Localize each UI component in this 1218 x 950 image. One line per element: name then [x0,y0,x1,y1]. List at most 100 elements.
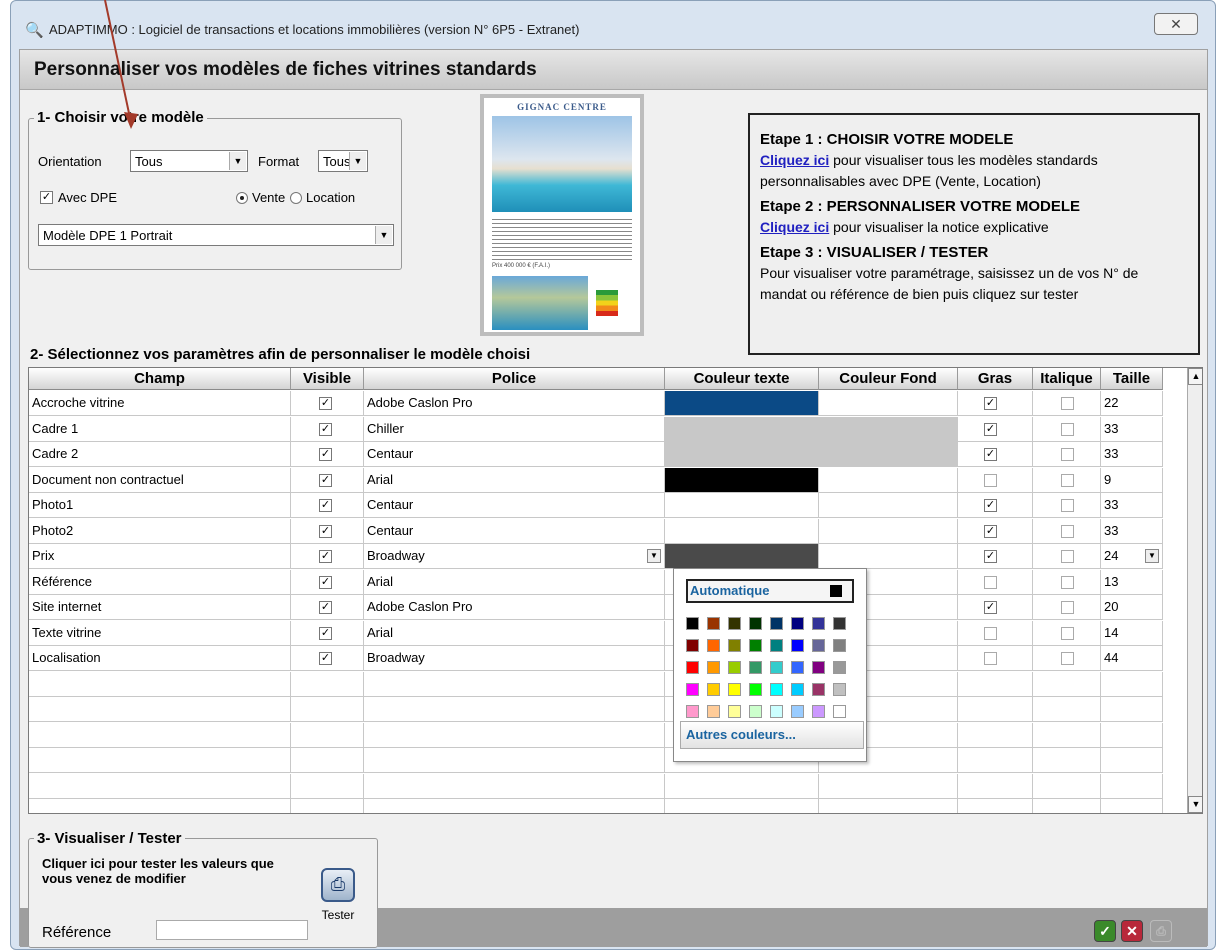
model-select[interactable]: Modèle DPE 1 Portrait ▼ [38,224,394,246]
empty-cell[interactable] [958,748,1033,773]
cell-gras[interactable] [958,467,1033,493]
gras-checkbox[interactable]: ✓ [984,499,997,512]
italique-checkbox[interactable] [1061,601,1074,614]
cell-gras[interactable]: ✓ [958,518,1033,544]
background-color-cell[interactable] [819,518,958,544]
column-header-taille[interactable]: Taille [1101,368,1163,390]
visible-checkbox[interactable]: ✓ [319,652,332,665]
color-swatch[interactable] [770,683,783,696]
vertical-scrollbar[interactable]: ▲ ▼ [1187,368,1202,813]
visible-checkbox[interactable]: ✓ [319,397,332,410]
format-select[interactable]: Tous ▼ [318,150,368,172]
background-color-cell[interactable] [819,544,958,569]
color-swatch[interactable] [686,617,699,630]
empty-cell[interactable] [1033,722,1101,748]
color-swatch[interactable] [833,661,846,674]
vente-radio[interactable] [236,192,248,204]
color-swatch[interactable] [812,661,825,674]
cell-gras[interactable] [958,646,1033,671]
empty-cell[interactable] [29,722,291,748]
cell-taille[interactable]: 20 [1101,595,1163,620]
visible-checkbox[interactable]: ✓ [319,626,332,640]
color-swatch[interactable] [833,617,846,630]
color-swatch[interactable] [791,661,804,674]
color-swatch[interactable] [707,661,720,674]
empty-cell[interactable] [29,697,291,722]
cell-taille[interactable]: 33 [1101,518,1163,544]
color-swatch[interactable] [728,617,741,630]
empty-cell[interactable] [1033,799,1101,813]
empty-cell[interactable] [958,671,1033,697]
gras-checkbox[interactable]: ✓ [984,448,997,461]
italique-checkbox[interactable] [1061,448,1074,461]
empty-cell[interactable] [1101,671,1163,697]
empty-cell[interactable] [291,671,364,697]
color-swatch[interactable] [770,617,783,630]
column-header-gras[interactable]: Gras [958,368,1033,390]
cell-italique[interactable] [1033,442,1101,467]
visible-checkbox[interactable]: ✓ [319,473,332,487]
empty-cell[interactable] [29,671,291,697]
column-header-visible[interactable]: Visible [291,368,364,390]
tester-button[interactable]: ⎙ Tester [316,868,360,930]
color-swatch[interactable] [791,617,804,630]
empty-cell[interactable] [1101,748,1163,773]
color-swatch[interactable] [728,683,741,696]
empty-cell[interactable] [364,799,665,813]
visible-checkbox[interactable]: ✓ [319,422,332,436]
empty-cell[interactable] [364,722,665,748]
color-swatch[interactable] [728,661,741,674]
cell-visible[interactable]: ✓ [291,595,364,620]
color-swatch[interactable] [791,639,804,652]
column-header-champ[interactable]: Champ [29,368,291,390]
color-swatch[interactable] [686,683,699,696]
color-swatch[interactable] [833,705,846,718]
background-color-cell[interactable] [819,391,958,416]
cell-italique[interactable] [1033,646,1101,671]
empty-cell[interactable] [958,722,1033,748]
cell-gras[interactable]: ✓ [958,442,1033,467]
cell-champ[interactable]: Cadre 2 [29,442,291,467]
cell-taille[interactable]: 33 [1101,442,1163,467]
empty-cell[interactable] [364,671,665,697]
color-swatch[interactable] [707,705,720,718]
italique-checkbox[interactable] [1061,397,1074,410]
cell-gras[interactable]: ✓ [958,416,1033,442]
text-color-cell[interactable] [665,544,819,569]
cell-gras[interactable] [958,569,1033,595]
cell-champ[interactable]: Photo1 [29,493,291,518]
color-swatch[interactable] [770,639,783,652]
cell-taille[interactable]: 33 [1101,416,1163,442]
color-swatch[interactable] [686,661,699,674]
empty-cell[interactable] [1033,773,1101,799]
cell-police[interactable]: Chiller [364,416,665,442]
cell-gras[interactable]: ✓ [958,544,1033,569]
color-swatch[interactable] [707,639,720,652]
empty-cell[interactable] [958,799,1033,813]
color-swatch[interactable] [728,705,741,718]
color-swatch[interactable] [812,639,825,652]
color-swatch[interactable] [791,683,804,696]
color-swatch[interactable] [770,705,783,718]
empty-cell[interactable] [819,799,958,813]
cell-visible[interactable]: ✓ [291,569,364,595]
cell-champ[interactable]: Référence [29,569,291,595]
visible-checkbox[interactable]: ✓ [319,550,332,563]
cell-visible[interactable]: ✓ [291,646,364,671]
cell-visible[interactable]: ✓ [291,442,364,467]
more-colors-button[interactable]: Autres couleurs... [680,721,864,749]
cell-italique[interactable] [1033,620,1101,646]
color-swatch[interactable] [833,639,846,652]
empty-cell[interactable] [1033,671,1101,697]
color-swatch[interactable] [791,705,804,718]
close-button[interactable]: ✕ [1154,13,1198,35]
cell-police[interactable]: Centaur [364,493,665,518]
cell-champ[interactable]: Document non contractuel [29,467,291,493]
text-color-cell[interactable] [665,391,819,416]
color-swatch[interactable] [686,639,699,652]
cell-gras[interactable]: ✓ [958,391,1033,416]
cell-visible[interactable]: ✓ [291,416,364,442]
cell-taille[interactable]: 14 [1101,620,1163,646]
empty-cell[interactable] [364,697,665,722]
background-color-cell[interactable] [819,442,958,467]
